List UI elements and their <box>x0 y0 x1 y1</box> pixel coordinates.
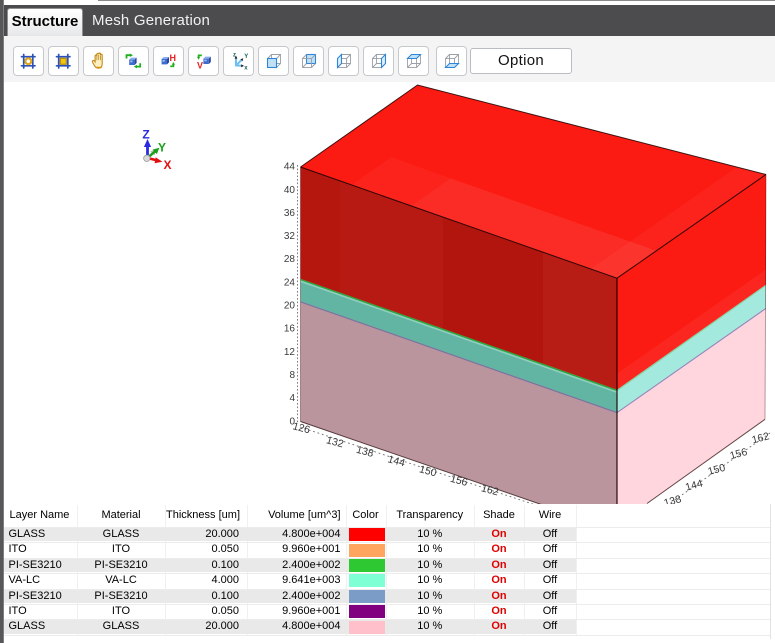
svg-text:Z: Z <box>142 128 149 142</box>
svg-text:4: 4 <box>289 393 295 404</box>
svg-text:132: 132 <box>325 434 345 450</box>
svg-text:x: x <box>244 66 248 72</box>
svg-text:V: V <box>197 61 203 70</box>
svg-text:X: X <box>163 158 171 172</box>
svg-text:162: 162 <box>751 430 771 446</box>
svg-text:40: 40 <box>284 185 296 196</box>
svg-text:150: 150 <box>707 462 727 478</box>
svg-text:24: 24 <box>284 277 296 288</box>
svg-text:144: 144 <box>684 477 704 493</box>
svg-text:Y: Y <box>244 54 248 60</box>
svg-text:8: 8 <box>289 370 295 381</box>
svg-text:32: 32 <box>284 231 296 242</box>
svg-text:16: 16 <box>284 324 296 335</box>
svg-text:36: 36 <box>284 208 296 219</box>
svg-text:Y: Y <box>158 141 166 155</box>
svg-text:z: z <box>233 53 236 59</box>
svg-text:28: 28 <box>284 254 296 265</box>
svg-text:H: H <box>169 53 176 63</box>
svg-text:20: 20 <box>284 301 296 312</box>
svg-text:138: 138 <box>663 493 683 504</box>
svg-text:12: 12 <box>284 347 296 358</box>
svg-text:156: 156 <box>729 446 749 462</box>
svg-text:44: 44 <box>284 162 296 173</box>
